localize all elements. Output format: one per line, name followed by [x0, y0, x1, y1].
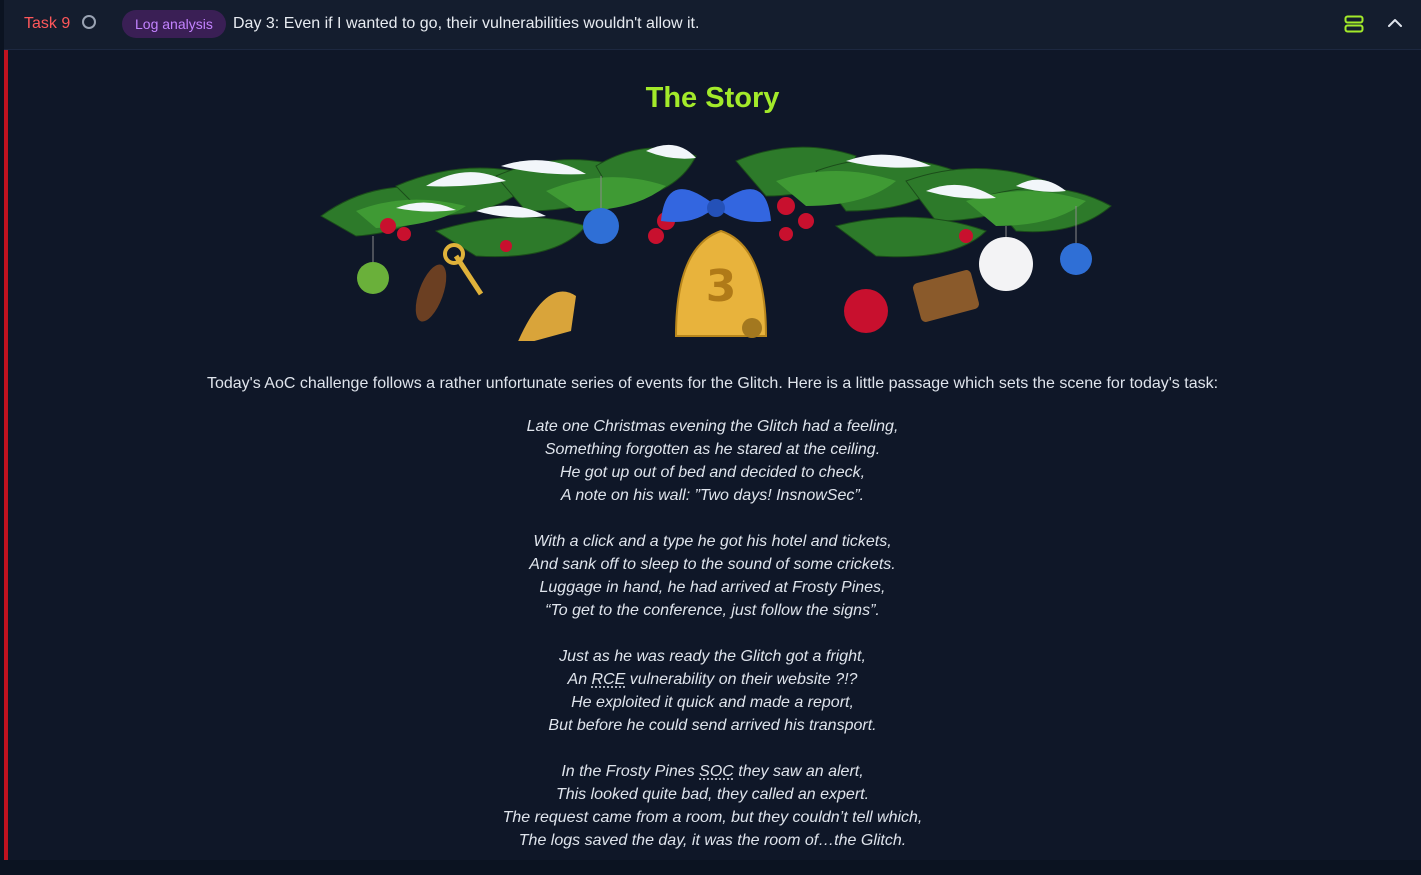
poem-stanza: With a click and a type he got his hotel… [4, 530, 1421, 622]
poem-text: An [567, 671, 592, 688]
story-poem: Late one Christmas evening the Glitch ha… [4, 415, 1421, 875]
poem-line: A note on his wall: ”Two days! InsnowSec… [560, 487, 865, 504]
poem-line: Something forgotten as he stared at the … [544, 441, 881, 458]
task-number: Task 9 [24, 15, 71, 32]
rce-abbreviation[interactable]: RCE [592, 671, 626, 688]
poem-stanza: Just as he was ready the Glitch got a fr… [4, 645, 1421, 737]
poem-line: An RCE vulnerability on their website ?!… [4, 668, 1421, 691]
chevron-up-icon[interactable] [1384, 12, 1406, 34]
christmas-garland-image: 3 [320, 144, 1112, 341]
poem-stanza: In the Frosty Pines SOC they saw an aler… [4, 760, 1421, 852]
task-header[interactable]: Task 9 Log analysis Day 3: Even if I wan… [4, 0, 1421, 50]
poem-text: In the Frosty Pines [561, 763, 700, 780]
task-tag-badge: Log analysis [122, 10, 226, 38]
poem-line: “To get to the conference, just follow t… [545, 602, 880, 619]
poem-line: In the Frosty Pines SOC they saw an aler… [4, 760, 1421, 783]
task-content: The Story 3 Today's AoC challenge follow… [4, 50, 1421, 860]
poem-line: The logs saved the day, it was the room … [518, 832, 907, 849]
poem-text: vulnerability on their website ?!? [625, 671, 858, 688]
task-title: Day 3: Even if I wanted to go, their vul… [233, 15, 700, 32]
poem-line: With a click and a type he got his hotel… [533, 533, 892, 550]
intro-paragraph: Today's AoC challenge follows a rather u… [206, 375, 1219, 392]
poem-stanza: Late one Christmas evening the Glitch ha… [4, 415, 1421, 507]
poem-line: This looked quite bad, they called an ex… [555, 786, 870, 803]
status-circle-icon[interactable] [82, 15, 96, 29]
poem-line: The request came from a room, but they c… [502, 809, 923, 826]
poem-line: And sank off to sleep to the sound of so… [529, 556, 896, 573]
poem-line: Late one Christmas evening the Glitch ha… [526, 418, 899, 435]
poem-line: Luggage in hand, he had arrived at Frost… [539, 579, 886, 596]
soc-abbreviation[interactable]: SOC [699, 763, 734, 780]
poem-line: But before he could send arrived his tra… [548, 717, 877, 734]
poem-text: they saw an alert, [733, 763, 864, 780]
poem-line: He got up out of bed and decided to chec… [559, 464, 866, 481]
poem-line: Just as he was ready the Glitch got a fr… [559, 648, 866, 665]
poem-line: He exploited it quick and made a report, [571, 694, 854, 711]
layout-icon[interactable] [1343, 13, 1365, 35]
story-heading: The Story [645, 82, 780, 114]
svg-text:3: 3 [706, 261, 737, 312]
